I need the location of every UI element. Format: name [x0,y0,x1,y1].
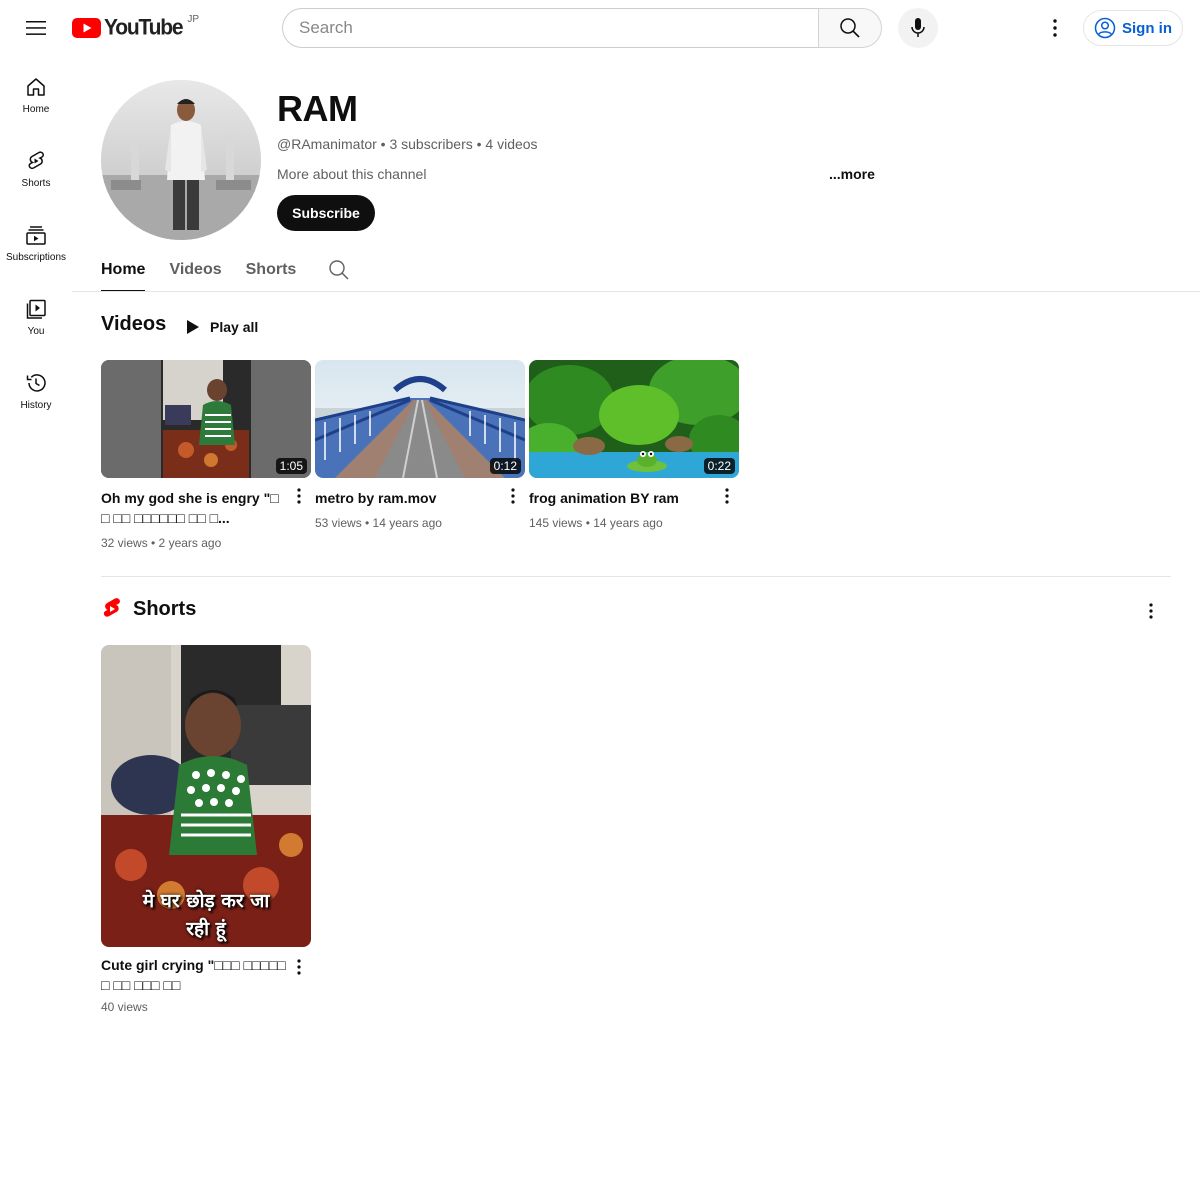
video-card: 1:05 Oh my god she is engry "□□ □□ □□□□□… [101,360,311,550]
short-thumbnail[interactable]: मे घर छोड़ कर जा रही हूं [101,645,311,947]
video-meta: 32 views • 2 years ago [101,536,222,550]
channel-avatar[interactable] [101,80,261,240]
logo-text: YouTube [104,15,184,40]
search-icon [840,18,860,38]
videos-shelf-title: Videos [101,313,167,335]
sign-in-button[interactable]: Sign in [1083,10,1183,46]
guide-item-label: Shorts [21,178,51,189]
home-icon [27,78,45,96]
tab-shorts[interactable]: Shorts [246,248,297,292]
tab-videos[interactable]: Videos [169,248,221,292]
play-icon [187,320,199,334]
video-title[interactable]: frog animation BY ram [529,488,715,508]
short-card: मे घर छोड़ कर जा रही हूं Cute girl cryin… [101,645,311,1014]
shorts-shelf-header: Shorts [101,597,196,621]
video-duration: 1:05 [275,458,307,474]
country-code: JP [187,13,199,25]
voice-search-button[interactable] [898,8,938,48]
video-action-menu-button[interactable] [715,484,739,508]
tab-home[interactable]: Home [101,248,146,292]
search-box [282,8,882,48]
play-all-button[interactable]: Play all [186,314,258,340]
guide-item-subscriptions[interactable]: Subscriptions [0,204,72,278]
channel-tabs: Home Videos Shorts [101,248,354,292]
channel-more-link[interactable]: ...more [829,166,875,182]
video-duration: 0:12 [489,458,521,474]
channel-search-button[interactable] [328,248,354,292]
video-card: 0:12 metro by ram.mov 53 views • 14 year… [315,360,525,530]
play-all-label: Play all [210,319,259,335]
shorts-shelf-title: Shorts [133,597,197,620]
sign-in-label: Sign in [1122,19,1172,37]
video-thumbnail[interactable]: 0:12 [315,360,525,478]
guide-item-shorts[interactable]: Shorts [0,130,72,204]
channel-about-link[interactable]: More about this channel [277,166,426,182]
video-title[interactable]: metro by ram.mov [315,488,501,508]
short-caption-line: मे घर छोड़ कर जा [142,890,270,912]
history-icon [26,374,46,392]
video-thumbnail[interactable]: 1:05 [101,360,311,478]
shorts-shelf-menu-button[interactable] [1139,599,1163,623]
guide-item-label: Home [22,104,50,115]
video-thumbnail[interactable]: 0:22 [529,360,739,478]
masthead: YouTube JP Sign in [0,0,1200,56]
you-icon [26,299,46,319]
vertical-dots-icon [297,488,301,504]
vertical-dots-icon [297,959,301,975]
video-duration: 0:22 [703,458,735,474]
short-caption: मे घर छोड़ कर जा रही हूं [101,887,311,943]
guide-item-history[interactable]: History [0,352,72,426]
vertical-dots-icon [1053,19,1057,37]
short-action-menu-button[interactable] [287,955,311,979]
guide-item-you[interactable]: You [0,278,72,352]
vertical-dots-icon [1149,603,1153,619]
video-title[interactable]: Oh my god she is engry "□□ □□ □□□□□□ □□ … [101,488,287,528]
mini-guide: Home Shorts Subscriptions You History [0,56,72,426]
video-action-menu-button[interactable] [501,484,525,508]
vertical-dots-icon [511,488,515,504]
section-divider [101,576,1171,577]
channel-name: RAM [277,88,358,129]
subscribe-button[interactable]: Subscribe [277,195,375,231]
search-input[interactable] [282,8,818,48]
shorts-logo-icon [103,598,120,617]
account-icon [1094,17,1116,39]
channel-meta: @RAmanimator • 3 subscribers • 4 videos [277,136,538,152]
guide-item-label: You [27,326,45,337]
video-meta: 53 views • 14 years ago [315,516,442,530]
microphone-icon [911,18,925,37]
short-meta: 40 views [101,1000,148,1014]
guide-item-home[interactable]: Home [0,56,72,130]
search-icon [329,260,349,280]
subscriptions-icon [26,226,46,245]
search-button[interactable] [818,8,882,48]
short-title[interactable]: Cute girl crying "□□□ □□□□□□ □□ □□□ □□ [101,955,287,995]
video-meta: 145 views • 14 years ago [529,516,663,530]
youtube-logo[interactable]: YouTube JP [72,13,199,40]
menu-icon[interactable] [16,8,56,48]
youtube-play-logo-icon [72,18,101,38]
settings-more-button[interactable] [1035,8,1075,48]
short-caption-line: रही हूं [186,918,226,940]
guide-item-label: History [20,400,52,411]
vertical-dots-icon [725,488,729,504]
video-action-menu-button[interactable] [287,484,311,508]
shorts-icon [28,151,44,170]
video-card: 0:22 frog animation BY ram 145 views • 1… [529,360,739,530]
guide-item-label: Subscriptions [5,252,67,263]
tabs-divider [72,291,1200,292]
